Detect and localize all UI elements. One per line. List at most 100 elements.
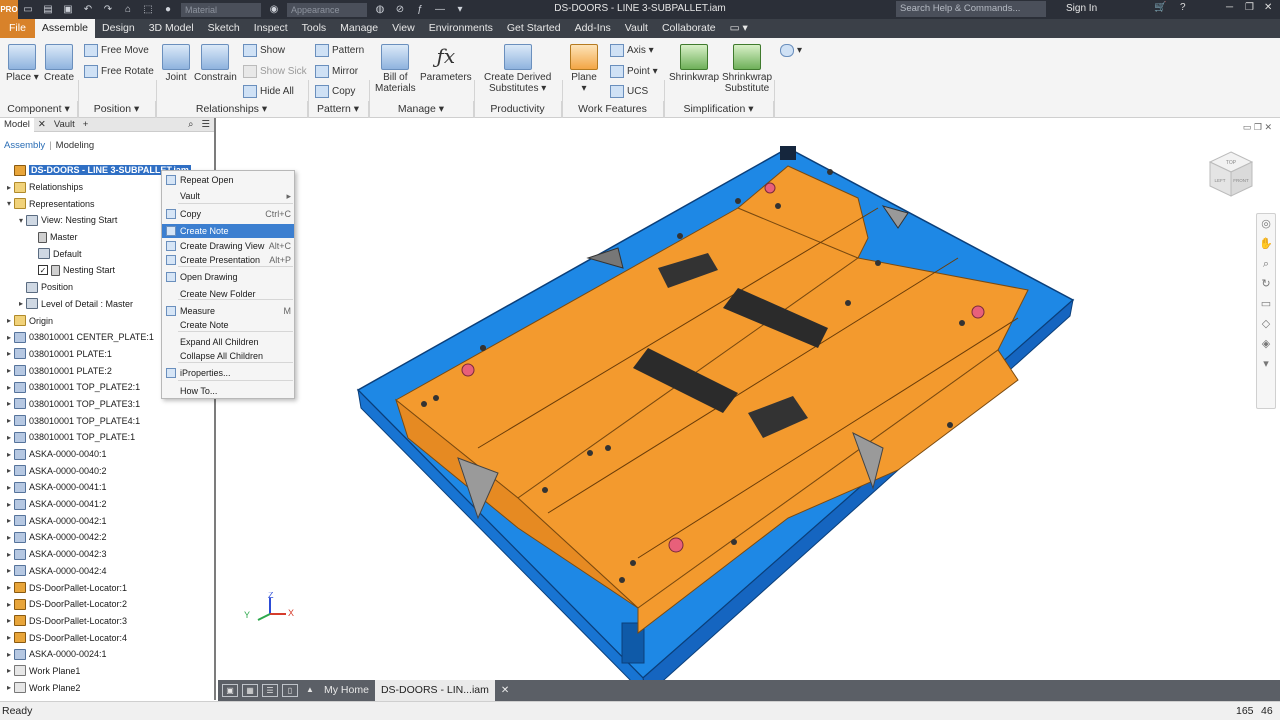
- assembly-mode-link[interactable]: Assembly: [4, 140, 45, 151]
- tree-node[interactable]: ▸ DS-DoorPallet-Locator:4: [0, 629, 214, 646]
- tab-environments[interactable]: Environments: [422, 19, 500, 38]
- expand-icon[interactable]: ▸: [4, 516, 14, 525]
- expand-icon[interactable]: ▸: [4, 533, 14, 542]
- menu-item-create-new-folder[interactable]: Create New Folder: [162, 287, 294, 301]
- close-document-icon[interactable]: ✕: [501, 685, 509, 696]
- pan-icon[interactable]: ✋: [1257, 234, 1275, 254]
- panel-position[interactable]: Position ▾: [78, 101, 156, 118]
- menu-item-open-drawing[interactable]: Open Drawing: [162, 270, 294, 284]
- minimize-icon[interactable]: ─: [1226, 2, 1233, 13]
- expand-icon[interactable]: ▸: [4, 416, 14, 425]
- panel-component[interactable]: Component ▾: [0, 101, 78, 118]
- browser-tab-close-icon[interactable]: ✕: [34, 119, 50, 130]
- create-derived-substitutes-button[interactable]: Create Derived Substitutes ▾: [484, 44, 551, 94]
- tree-node[interactable]: ▸ ASKA-0000-0040:1: [0, 446, 214, 463]
- menu-item-create-note[interactable]: Create Note: [162, 318, 294, 332]
- tab-vault[interactable]: Vault: [618, 19, 655, 38]
- cascade-icon[interactable]: ▣: [222, 684, 238, 697]
- expand-icon[interactable]: ▸: [4, 316, 14, 325]
- browser-tab-model[interactable]: Model: [0, 117, 34, 132]
- panel-manage[interactable]: Manage ▾: [369, 101, 474, 118]
- free-move-button[interactable]: Free Move: [84, 44, 149, 57]
- tab-sketch[interactable]: Sketch: [201, 19, 247, 38]
- menu-item-create-presentation[interactable]: Create Presentation Alt+P: [162, 253, 294, 267]
- expand-icon[interactable]: ▸: [4, 550, 14, 559]
- open-icon[interactable]: ▤: [40, 3, 56, 17]
- undo-icon[interactable]: ↶: [80, 3, 96, 17]
- joint-button[interactable]: Joint: [162, 44, 190, 83]
- viewcube[interactable]: TOP LEFT FRONT: [1208, 150, 1254, 200]
- tab-document[interactable]: DS-DOORS - LIN...iam: [374, 680, 495, 701]
- pallet-model-3d[interactable]: [218, 118, 1280, 680]
- menu-item-how-to[interactable]: How To...: [162, 384, 294, 398]
- shrinkwrap-button[interactable]: Shrinkwrap: [669, 44, 719, 83]
- menu-item-copy[interactable]: Copy Ctrl+C: [162, 207, 294, 221]
- restore-icon[interactable]: ❐: [1245, 2, 1254, 13]
- tile-icon[interactable]: ▦: [242, 684, 258, 697]
- expand-icon[interactable]: ▸: [4, 450, 14, 459]
- pattern-button[interactable]: Pattern: [315, 44, 364, 57]
- expand-icon[interactable]: ▸: [4, 366, 14, 375]
- tree-node[interactable]: ▸ ASKA-0000-0042:3: [0, 546, 214, 563]
- active-checkbox[interactable]: ✓: [38, 265, 48, 276]
- tab-tools[interactable]: Tools: [295, 19, 334, 38]
- ucs-button[interactable]: UCS: [610, 85, 648, 98]
- tree-node[interactable]: ▸ Work Plane2: [0, 679, 214, 696]
- tab-inspect[interactable]: Inspect: [247, 19, 295, 38]
- menu-item-expand-all-children[interactable]: Expand All Children: [162, 335, 294, 349]
- expand-icon[interactable]: ▸: [4, 333, 14, 342]
- appearance-dropdown[interactable]: Appearance: [287, 2, 367, 17]
- tree-node[interactable]: ▸ ASKA-0000-0042:4: [0, 563, 214, 580]
- new-icon[interactable]: ▭: [20, 3, 36, 17]
- panel-options-button[interactable]: ▾: [780, 44, 802, 57]
- mirror-button[interactable]: Mirror: [315, 65, 358, 78]
- bill-of-materials-button[interactable]: Bill of Materials: [375, 44, 416, 94]
- place-button[interactable]: Place ▾: [6, 44, 39, 83]
- zoom-icon[interactable]: ⌕: [1257, 254, 1275, 274]
- steering-wheel-icon[interactable]: ◎: [1257, 214, 1275, 234]
- expand-icon[interactable]: ▸: [4, 600, 14, 609]
- tree-node[interactable]: ▸ Work Plane1: [0, 663, 214, 680]
- expand-icon[interactable]: ▸: [4, 650, 14, 659]
- help-search-input[interactable]: Search Help & Commands...: [896, 1, 1046, 17]
- expand-icon[interactable]: ▸: [4, 483, 14, 492]
- cart-icon[interactable]: 🛒: [1154, 2, 1166, 13]
- tab-collaborate[interactable]: Collaborate: [655, 19, 723, 38]
- material-dropdown[interactable]: Material: [181, 2, 261, 17]
- graphics-viewport[interactable]: ▭ ❐ ✕ TOP LEFT FRONT ◎ ✋ ⌕ ↻ ▭ ◇ ◈ ▾ Z X…: [218, 118, 1280, 680]
- shrinkwrap-substitute-button[interactable]: Shrinkwrap Substitute: [722, 44, 772, 94]
- ribbon-options-icon[interactable]: ▭ ▾: [723, 19, 755, 38]
- expand-icon[interactable]: ▸: [4, 383, 14, 392]
- modeling-mode-link[interactable]: Modeling: [56, 140, 95, 151]
- save-icon[interactable]: ▣: [60, 3, 76, 17]
- constrain-button[interactable]: Constrain: [194, 44, 237, 83]
- expand-icon[interactable]: ▸: [4, 566, 14, 575]
- nav-options-icon[interactable]: ▾: [1257, 354, 1275, 374]
- browser-search-icon[interactable]: ⌕: [184, 119, 197, 130]
- expand-icon[interactable]: ▸: [4, 500, 14, 509]
- tree-node[interactable]: ▸ ASKA-0000-0024:1: [0, 646, 214, 663]
- close-icon[interactable]: ✕: [1264, 2, 1272, 13]
- tab-my-home[interactable]: My Home: [318, 680, 375, 701]
- menu-item-create-note[interactable]: Create Note: [162, 224, 294, 238]
- axis-button[interactable]: Axis ▾: [610, 44, 654, 57]
- expand-icon[interactable]: ▸: [4, 466, 14, 475]
- measure-icon[interactable]: —: [432, 3, 448, 17]
- look-at-icon[interactable]: ▭: [1257, 294, 1275, 314]
- tree-node[interactable]: ▸ ASKA-0000-0041:2: [0, 496, 214, 513]
- orbit-icon[interactable]: ↻: [1257, 274, 1275, 294]
- browser-tab-vault[interactable]: Vault: [50, 119, 79, 130]
- tab-assemble[interactable]: Assemble: [34, 19, 96, 38]
- menu-item-measure[interactable]: Measure M: [162, 304, 294, 318]
- free-rotate-button[interactable]: Free Rotate: [84, 65, 154, 78]
- menu-item-repeat-open[interactable]: Repeat Open: [162, 173, 294, 187]
- expand-icon[interactable]: ▸: [4, 683, 14, 692]
- collapse-icon[interactable]: ▾: [4, 199, 14, 208]
- panel-simplification[interactable]: Simplification ▾: [664, 101, 774, 118]
- tree-node[interactable]: ▸ DS-DoorPallet-Locator:3: [0, 613, 214, 630]
- show-sick-button[interactable]: Show Sick: [243, 65, 307, 78]
- tree-node[interactable]: ▸ 038010001 TOP_PLATE4:1: [0, 412, 214, 429]
- open-documents-icon[interactable]: ▲: [302, 684, 318, 697]
- redo-icon[interactable]: ↷: [100, 3, 116, 17]
- hide-all-button[interactable]: Hide All: [243, 85, 294, 98]
